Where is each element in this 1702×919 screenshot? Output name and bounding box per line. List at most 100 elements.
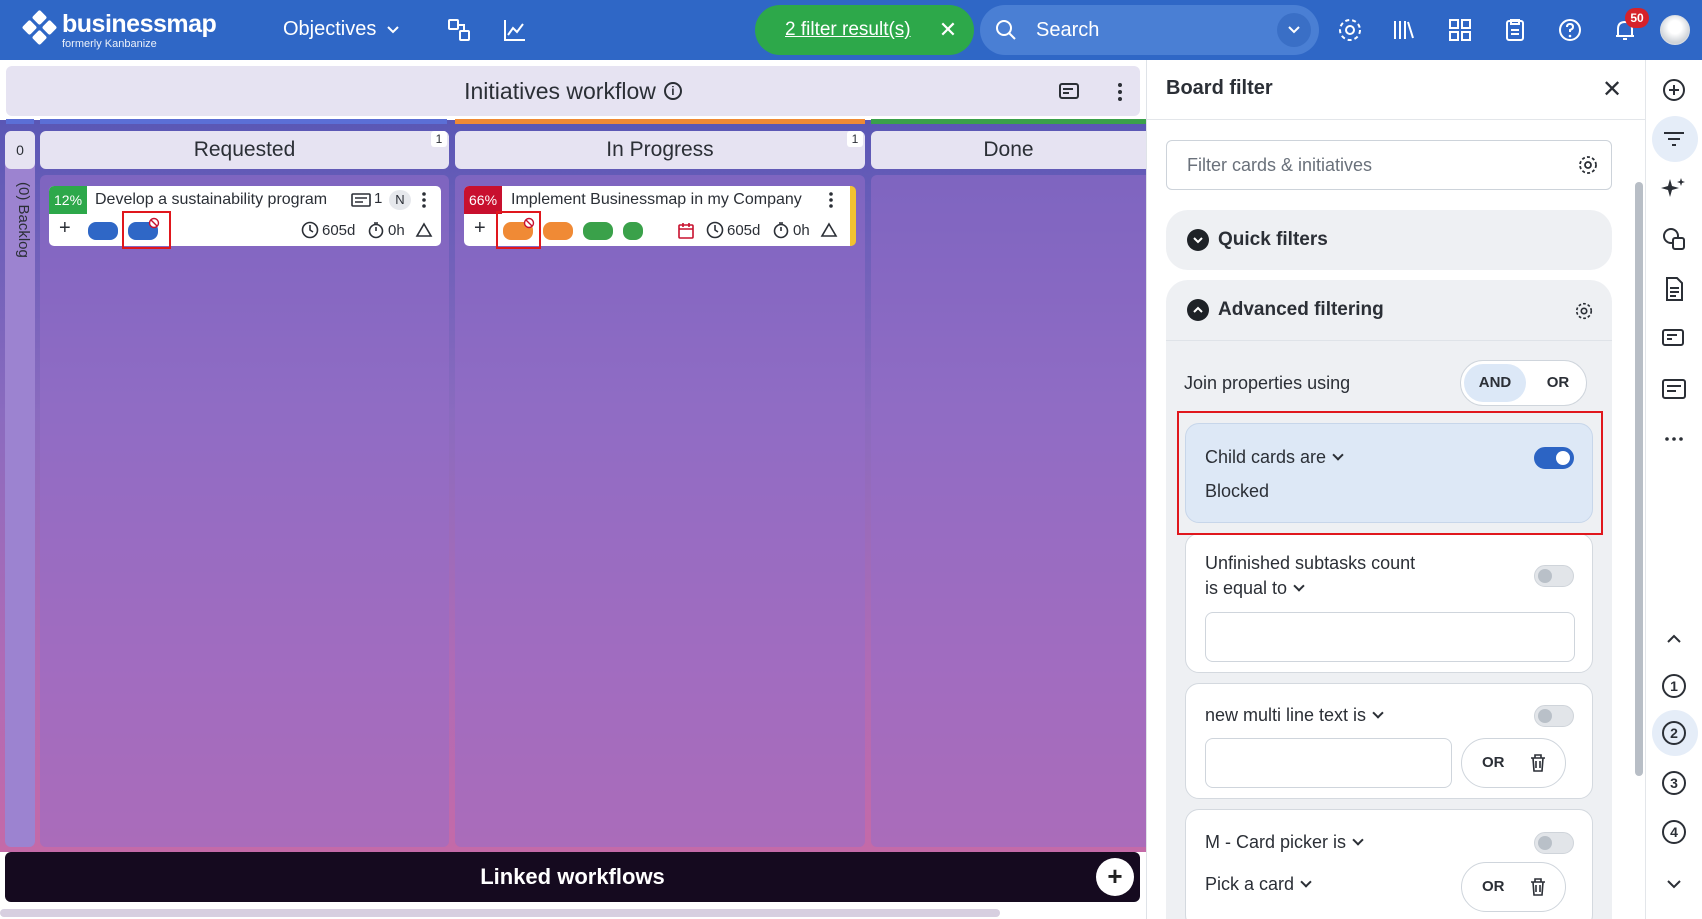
filter-property-label: Unfinished subtasks count (1205, 553, 1416, 573)
filter-cards-input[interactable]: Filter cards & initiatives (1166, 140, 1612, 190)
gear-icon[interactable] (1577, 154, 1599, 176)
gear-icon[interactable] (1574, 301, 1594, 321)
or-condition-button[interactable]: OR (1461, 738, 1566, 788)
linked-workflows-label: Linked workflows (480, 864, 665, 889)
filter-unfinished-subtasks: Unfinished subtasks count is equal to (1185, 533, 1593, 673)
or-label: OR (1482, 754, 1505, 771)
list-card-icon[interactable] (1660, 375, 1688, 403)
pick-card-dropdown[interactable]: Pick a card (1205, 871, 1312, 897)
close-icon[interactable]: ✕ (1602, 75, 1622, 104)
chevron-up-icon (1187, 299, 1209, 321)
card-title[interactable]: Develop a sustainability program (95, 186, 395, 214)
highlight-frame (496, 211, 541, 249)
advanced-filtering-header[interactable]: Advanced filtering (1166, 280, 1612, 340)
subtask-count-input[interactable] (1205, 612, 1575, 662)
step-1[interactable]: 1 (1662, 674, 1686, 698)
info-icon[interactable]: i (663, 82, 682, 100)
child-card-pill[interactable] (583, 222, 613, 240)
quick-filters-section[interactable]: Quick filters (1166, 210, 1612, 270)
workflow-icon[interactable] (446, 17, 472, 43)
board-settings-icon[interactable] (1660, 325, 1688, 353)
help-icon[interactable] (1556, 16, 1584, 44)
objectives-menu[interactable]: Objectives (283, 18, 400, 41)
child-card-pill[interactable] (88, 222, 118, 240)
column-name: Requested (193, 138, 296, 161)
apps-grid-icon[interactable] (1446, 16, 1474, 44)
clipboard-icon[interactable] (1501, 16, 1529, 44)
sparkles-icon[interactable] (1660, 175, 1688, 203)
join-or-button[interactable]: OR (1533, 364, 1583, 402)
column-in-progress[interactable] (455, 175, 865, 847)
card-title[interactable]: Implement Businessmap in my Company W (511, 186, 804, 214)
more-vertical-icon[interactable] (419, 191, 429, 209)
objectives-label: Objectives (283, 18, 377, 40)
filter-toggle[interactable] (1534, 832, 1574, 854)
join-and-button[interactable]: AND (1464, 364, 1526, 402)
clock-icon (706, 221, 724, 239)
filter-property-dropdown[interactable]: M - Card picker is (1205, 829, 1364, 855)
businessmap-logo[interactable]: businessmap formerly Kanbanize (21, 9, 217, 50)
chevron-down-icon (387, 25, 400, 33)
library-icon[interactable] (1390, 16, 1418, 44)
document-icon[interactable] (1660, 275, 1688, 303)
search-placeholder: Search (1036, 18, 1100, 41)
horizontal-scrollbar[interactable] (0, 906, 1146, 919)
column-header-in-progress[interactable]: In Progress 1 (455, 131, 865, 169)
step-3[interactable]: 3 (1662, 771, 1686, 795)
initiative-card[interactable]: 12% Develop a sustainability program 1 N… (49, 186, 441, 246)
child-card-pill[interactable] (543, 222, 573, 240)
right-rail: 1 2 3 4 (1645, 60, 1702, 919)
panel-scrollbar[interactable] (1632, 120, 1646, 919)
column-done[interactable] (871, 175, 1146, 847)
user-avatar[interactable] (1660, 15, 1690, 45)
column-count: 1 (431, 131, 447, 147)
add-circle-icon[interactable] (1660, 76, 1688, 104)
column-requested[interactable] (40, 175, 449, 847)
filter-toggle[interactable] (1534, 705, 1574, 727)
trash-icon[interactable] (1529, 753, 1547, 773)
filter-results-pill[interactable]: 2 filter result(s) ✕ (755, 5, 974, 55)
search-input[interactable]: Search (980, 5, 1319, 55)
calendar-icon (678, 223, 694, 239)
filter-toggle[interactable] (1534, 565, 1574, 587)
highlight-frame (1177, 411, 1603, 535)
or-condition-button[interactable]: OR (1461, 862, 1566, 912)
trash-icon[interactable] (1529, 877, 1547, 897)
logged-time: 0h (388, 221, 405, 239)
add-linked-workflow-button[interactable]: + (1096, 858, 1134, 896)
card-age: 605d (727, 221, 761, 239)
multiline-text-input[interactable] (1205, 738, 1452, 788)
more-horizontal-icon[interactable] (1660, 425, 1688, 453)
add-child-icon[interactable]: + (59, 217, 71, 240)
assignee-initial[interactable]: N (389, 190, 411, 210)
chevron-down-icon (1293, 580, 1305, 592)
step-2[interactable]: 2 (1662, 721, 1686, 745)
highlight-frame (122, 211, 171, 249)
step-4[interactable]: 4 (1662, 820, 1686, 844)
board-settings-icon[interactable] (1058, 80, 1082, 104)
comment-count: 1 (374, 190, 383, 207)
add-child-icon[interactable]: + (474, 217, 486, 240)
chevron-down-icon (1372, 707, 1384, 719)
clear-filter-icon[interactable]: ✕ (934, 16, 962, 44)
analytics-icon[interactable] (502, 17, 528, 43)
settings-icon[interactable] (1336, 16, 1364, 44)
done-stripe (871, 119, 1146, 124)
notification-badge: 50 (1625, 8, 1649, 28)
chevron-up-icon[interactable] (1660, 625, 1688, 653)
column-header-done[interactable]: Done (871, 131, 1146, 169)
filter-property-dropdown[interactable]: new multi line text is (1205, 702, 1384, 728)
child-card-pill[interactable] (623, 222, 643, 240)
backlog-label[interactable]: (0) Backlog (8, 182, 32, 282)
shapes-icon[interactable] (1660, 225, 1688, 253)
column-header-requested[interactable]: Requested 1 (40, 131, 449, 169)
filter-results-label[interactable]: 2 filter result(s) (785, 19, 911, 41)
filter-operator-dropdown[interactable]: is equal to (1205, 575, 1305, 601)
more-vertical-icon[interactable] (826, 191, 836, 209)
more-vertical-icon[interactable] (1108, 80, 1132, 104)
chevron-down-icon[interactable] (1660, 870, 1688, 898)
linked-workflows-bar[interactable]: Linked workflows + (5, 852, 1140, 902)
search-dropdown-button[interactable] (1277, 13, 1311, 47)
filter-icon[interactable] (1660, 125, 1688, 153)
filter-card-picker: M - Card picker is Pick a card OR (1185, 809, 1593, 919)
